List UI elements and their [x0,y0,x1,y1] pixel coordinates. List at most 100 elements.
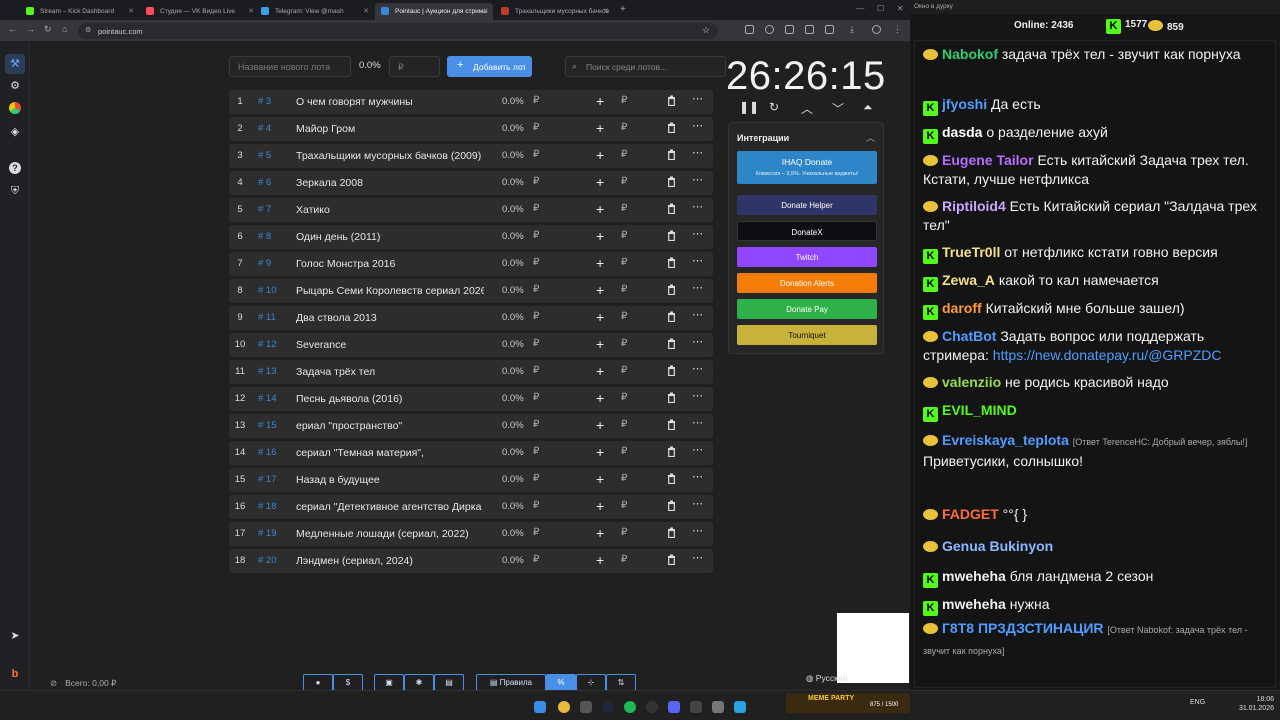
chat-username[interactable]: Riptiloid4 [942,198,1006,214]
add-amount-icon[interactable]: + [596,390,604,406]
lot-name[interactable]: Майор Гром [296,123,484,135]
lot-add-input[interactable]: ₽ [621,311,627,322]
lot-amount-input[interactable]: ₽ [533,257,539,268]
download-icon[interactable]: ⤓ [850,24,854,35]
save-button[interactable]: ▣ [374,674,404,691]
lot-amount-input[interactable]: ₽ [533,176,539,187]
settings-gear-icon[interactable]: ⚙ [9,80,21,92]
donate-pay-button[interactable]: Donate Pay [737,299,877,319]
lot-add-input[interactable]: ₽ [621,230,627,241]
trash-icon[interactable] [667,149,676,160]
more-options-icon[interactable]: ⋯ [692,308,704,321]
bug-report-button[interactable]: ✱ [404,674,434,691]
lot-row[interactable]: 13 # 15 ериал "пространство" 0.0% ₽ + ₽ ⋯ [229,414,713,438]
trash-icon[interactable] [667,338,676,349]
chat-username[interactable]: mweheha [942,568,1006,584]
lot-id[interactable]: # 15 [258,420,277,431]
chevron-down-icon[interactable]: ﹀ [832,100,844,117]
lot-id[interactable]: # 7 [258,204,271,215]
lot-name[interactable]: Два ствола 2013 [296,312,484,324]
reload-icon[interactable]: ↻ [44,24,52,35]
lot-add-input[interactable]: ₽ [621,122,627,133]
extension-icon[interactable] [745,25,754,34]
minimize-icon[interactable]: — [856,4,864,13]
add-amount-icon[interactable]: + [596,147,604,163]
bookmark-star-icon[interactable]: ☆ [702,25,710,36]
lot-row[interactable]: 16 # 18 сериал "Детективное агентство Дирк… [229,495,713,519]
lot-add-input[interactable]: ₽ [621,203,627,214]
lot-amount-input[interactable]: ₽ [533,95,539,106]
lot-name[interactable]: Назад в будущее [296,474,484,486]
lot-row[interactable]: 9 # 11 Два ствола 2013 0.0% ₽ + ₽ ⋯ [229,306,713,330]
new-tab-button[interactable]: + [620,4,626,15]
trash-icon[interactable] [667,446,676,457]
start-icon[interactable] [534,701,546,713]
lot-amount-input[interactable]: ₽ [533,500,539,511]
tab-vk[interactable]: Студия — VK Видео Live ✕ [140,3,258,20]
lot-id[interactable]: # 8 [258,231,271,242]
shield-icon[interactable]: ⛨ [9,185,21,197]
lot-amount-input[interactable]: ₽ [533,473,539,484]
reset-timer-icon[interactable]: ↻ [769,100,779,114]
lot-name[interactable]: Severance [296,339,484,351]
ihaq-donate-button[interactable]: IHAQ Donate Комиссия – 3,5%. Уникальные … [737,151,877,184]
lot-id[interactable]: # 20 [258,555,277,566]
lot-row[interactable]: 4 # 6 Зеркала 2008 0.0% ₽ + ₽ ⋯ [229,171,713,195]
chat-username[interactable]: Genua Bukinyon [942,538,1053,554]
donatex-button[interactable]: DonateX [737,221,877,241]
menu-icon[interactable]: ⋮ [893,24,902,35]
add-amount-icon[interactable]: + [596,255,604,271]
chevron-up-icon[interactable]: ︿ [801,100,813,117]
lot-row[interactable]: 17 # 19 Медленные лошади (сериал, 2022) 0.0… [229,522,713,546]
add-amount-icon[interactable]: + [596,228,604,244]
lot-name[interactable]: Задача трёх тел [296,366,484,378]
search-lots-input[interactable]: ⌕ Поиск среди лотов... [565,56,726,77]
lot-row[interactable]: 8 # 10 Рыцарь Семи Королевств сериал 2026 0… [229,279,713,303]
close-icon[interactable]: ✕ [603,7,609,15]
more-options-icon[interactable]: ⋯ [692,119,704,132]
lot-name[interactable]: сериал "Темная материя", [296,447,484,459]
chat-username[interactable]: FADGET [942,506,999,522]
more-options-icon[interactable]: ⋯ [692,497,704,510]
lot-id[interactable]: # 11 [258,312,276,323]
file-explorer-icon[interactable] [580,701,592,713]
more-options-icon[interactable]: ⋯ [692,146,704,159]
lot-name[interactable]: Трахальщики мусорных бачков (2009) [296,150,484,162]
lot-row[interactable]: 7 # 9 Голос Монстра 2016 0.0% ₽ + ₽ ⋯ [229,252,713,276]
lot-id[interactable]: # 16 [258,447,277,458]
chat-username[interactable]: EVIL_MIND [942,402,1017,418]
pause-icon[interactable]: ❚❚ [739,100,759,114]
lot-name[interactable]: Рыцарь Семи Королевств сериал 2026 [296,285,484,297]
trash-icon[interactable] [667,500,676,511]
lot-id[interactable]: # 4 [258,123,271,134]
lot-row[interactable]: 2 # 4 Майор Гром 0.0% ₽ + ₽ ⋯ [229,117,713,141]
window-controls[interactable]: — ☐ ✕ [850,4,910,13]
trash-icon[interactable] [667,392,676,403]
lot-row[interactable]: 18 # 20 Лэндмен (сериал, 2024) 0.0% ₽ + ₽ ⋯ [229,549,713,573]
trash-icon[interactable] [667,203,676,214]
screenshot-icon[interactable] [785,25,794,34]
add-lot-button[interactable]: + Добавить лот [447,56,532,77]
trash-icon[interactable] [667,311,676,322]
more-options-icon[interactable]: ⋯ [692,416,704,429]
lot-row[interactable]: 10 # 12 Severance 0.0% ₽ + ₽ ⋯ [229,333,713,357]
lot-name[interactable]: Голос Монстра 2016 [296,258,484,270]
more-options-icon[interactable]: ⋯ [692,524,704,537]
new-lot-name-input[interactable]: Название нового лота [229,56,351,77]
lot-id[interactable]: # 13 [258,366,277,377]
collapse-icon[interactable]: ︿ [866,131,875,144]
maximize-icon[interactable]: ☐ [877,4,884,13]
lot-add-input[interactable]: ₽ [621,527,627,538]
add-amount-icon[interactable]: + [596,120,604,136]
lot-id[interactable]: # 14 [258,393,277,404]
balance-button[interactable]: ⊹ [576,674,606,691]
home-icon[interactable]: ⌂ [62,24,67,34]
trash-icon[interactable] [667,527,676,538]
twitch-button[interactable]: Twitch [737,247,877,267]
trash-icon[interactable] [667,95,676,106]
lot-row[interactable]: 15 # 17 Назад в будущее 0.0% ₽ + ₽ ⋯ [229,468,713,492]
lot-id[interactable]: # 3 [258,96,271,107]
percent-mode-button[interactable]: % [546,674,576,691]
lot-amount-input[interactable]: ₽ [533,311,539,322]
lot-name[interactable]: Песнь дьявола (2016) [296,393,484,405]
